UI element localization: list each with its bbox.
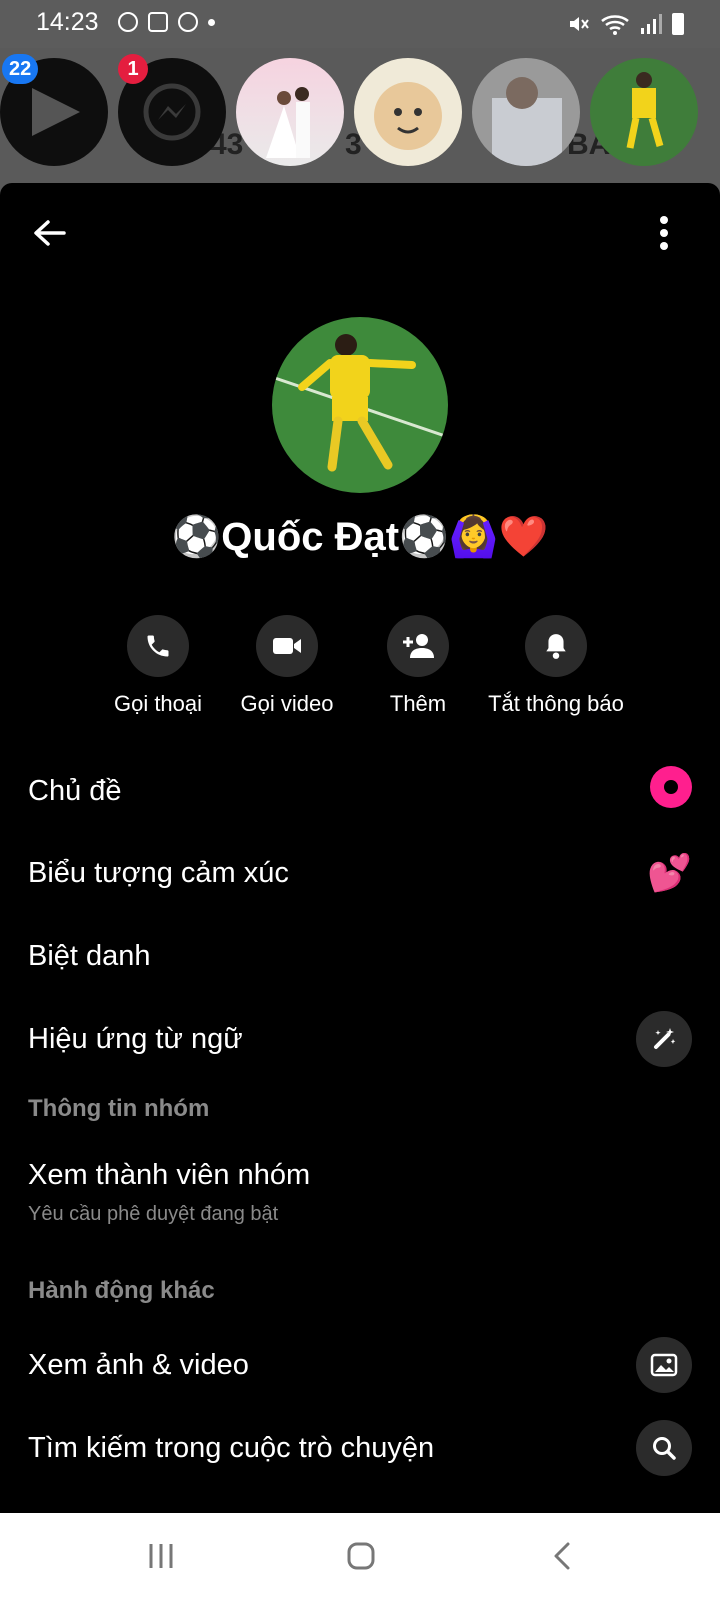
system-status-icons	[566, 12, 684, 36]
add-people-circle	[387, 615, 449, 677]
voice-call-circle	[127, 615, 189, 677]
search-conversation-label: Tìm kiếm trong cuộc trò chuyện	[28, 1431, 435, 1464]
view-media-label: Xem ảnh & video	[28, 1348, 249, 1381]
shopee-notification-icon	[148, 12, 168, 32]
theme-color-icon	[650, 766, 692, 816]
mute-icon	[570, 17, 589, 31]
status-bar: 14:23	[0, 0, 720, 48]
more-notifications-dot-icon	[208, 18, 215, 26]
theme-row[interactable]: Chủ đề	[28, 761, 692, 821]
cartoon-animal-image	[374, 82, 442, 150]
football-player-chat-head[interactable]	[590, 58, 698, 166]
image-icon	[636, 1337, 692, 1393]
cartoon-avatar-chat-head[interactable]	[354, 58, 462, 166]
nickname-label: Biệt danh	[28, 939, 151, 972]
conversation-details-sheet: ⚽Quốc Đạt⚽🙆‍♀️❤️ Gọi thoại Gọi video Thê…	[0, 183, 720, 1513]
word-effects-row[interactable]: Hiệu ứng từ ngữ	[28, 1009, 692, 1069]
two-hearts-icon: 💕	[647, 852, 692, 893]
home-icon[interactable]	[346, 1541, 376, 1571]
mute-notifications-label: Tắt thông báo	[488, 691, 624, 716]
mute-notifications-circle	[525, 615, 587, 677]
back-arrow-icon[interactable]	[30, 213, 70, 253]
bell-icon	[546, 634, 566, 659]
football-player-photo	[272, 317, 448, 493]
back-nav-icon[interactable]	[550, 1541, 576, 1571]
more-options-icon[interactable]	[658, 213, 670, 253]
wifi-icon	[601, 15, 629, 35]
facebook-notification-icon	[178, 12, 198, 32]
friend-photo-chat-head[interactable]	[472, 58, 580, 166]
word-effects-label: Hiệu ứng từ ngữ	[28, 1022, 243, 1055]
view-members-label: Xem thành viên nhóm	[28, 1158, 311, 1191]
unread-count-badge: 22	[2, 54, 39, 84]
view-members-subtitle: Yêu cầu phê duyệt đang bật	[28, 1203, 279, 1225]
recent-apps-icon[interactable]	[146, 1541, 176, 1571]
video-call-circle	[256, 615, 318, 677]
wedding-couple-image	[266, 87, 310, 158]
mute-notifications-button[interactable]: Tắt thông báo	[476, 615, 636, 717]
magic-wand-icon	[636, 1011, 692, 1067]
theme-label: Chủ đề	[28, 774, 122, 807]
football-player-image	[626, 72, 664, 149]
conversation-name: ⚽Quốc Đạt⚽🙆‍♀️❤️	[171, 515, 549, 559]
phone-icon	[147, 635, 169, 657]
add-people-button[interactable]: Thêm	[338, 615, 498, 717]
wedding-photo-chat-head[interactable]	[236, 58, 344, 166]
signal-icon	[641, 14, 662, 34]
video-icon	[273, 638, 301, 654]
system-navigation-bar	[0, 1513, 720, 1600]
notification-icons	[118, 12, 215, 32]
add-people-label: Thêm	[389, 691, 447, 716]
view-media-row[interactable]: Xem ảnh & video	[28, 1335, 692, 1395]
nickname-row[interactable]: Biệt danh	[28, 926, 692, 986]
group-info-header: Thông tin nhóm	[28, 1095, 210, 1122]
chat-heads-row: 43 3 BẢ 22 1	[0, 48, 720, 183]
emoji-label: Biểu tượng cảm xúc	[28, 856, 289, 889]
status-time: 14:23	[36, 8, 99, 36]
search-conversation-row[interactable]: Tìm kiếm trong cuộc trò chuyện	[28, 1418, 692, 1478]
chat-notification-icon	[118, 12, 138, 32]
other-actions-header: Hành động khác	[28, 1277, 215, 1304]
battery-icon	[672, 13, 684, 35]
profile-avatar[interactable]	[272, 317, 448, 493]
quick-actions: Gọi thoại Gọi video Thêm Tắt thông báo	[0, 615, 720, 717]
search-icon	[636, 1420, 692, 1476]
unread-count-badge: 1	[118, 54, 148, 84]
view-members-row[interactable]: Xem thành viên nhóm	[28, 1145, 692, 1205]
emoji-row[interactable]: Biểu tượng cảm xúc 💕	[28, 843, 692, 903]
person-photo-image	[492, 77, 562, 166]
add-person-icon	[403, 634, 434, 658]
